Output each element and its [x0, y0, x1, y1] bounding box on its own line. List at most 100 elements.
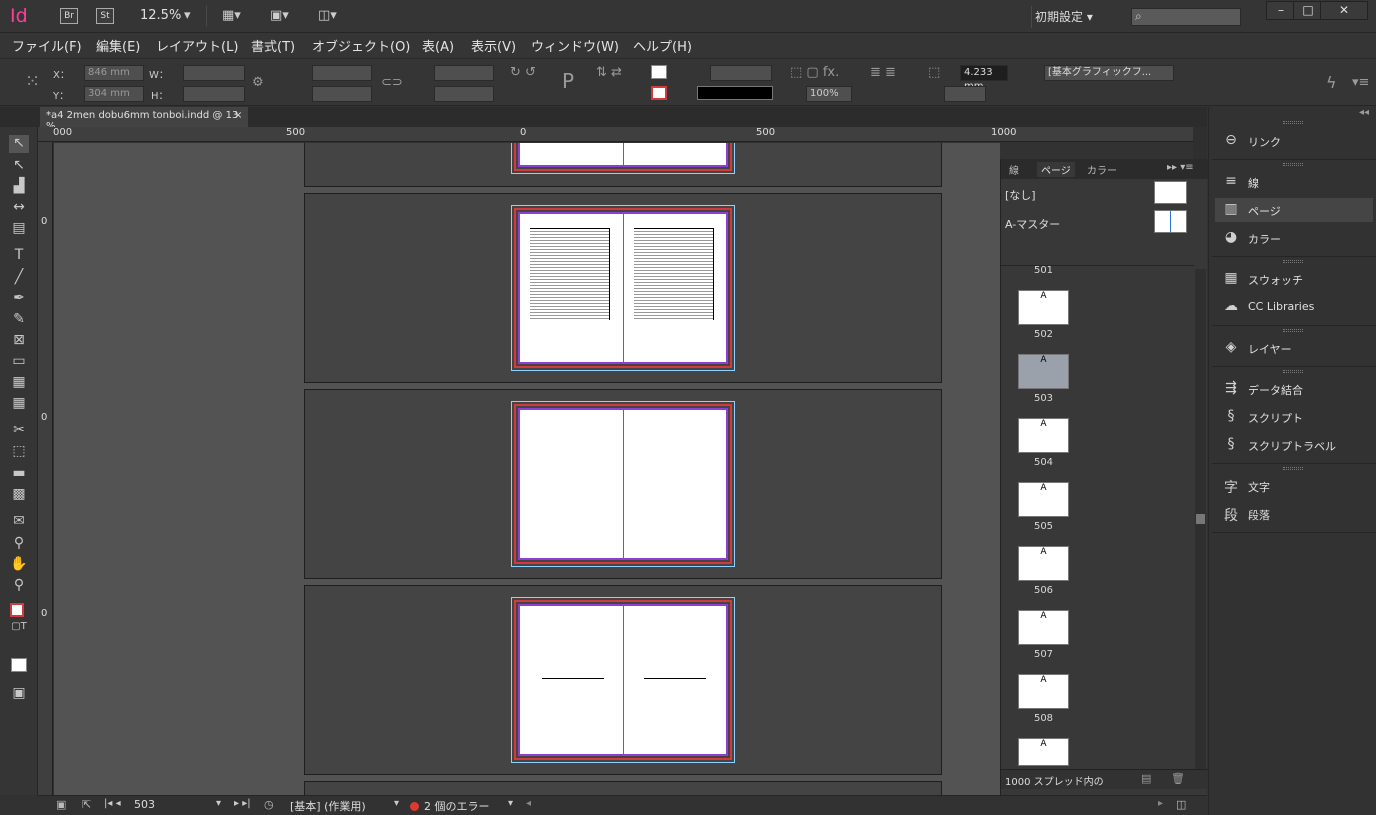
- page-thumbnail[interactable]: A: [1018, 290, 1069, 325]
- master-none[interactable]: [なし]: [1005, 187, 1036, 203]
- tab-stroke[interactable]: 線: [1009, 162, 1019, 177]
- menu-object[interactable]: オブジェクト(O): [312, 36, 410, 55]
- dock-scripts[interactable]: § スクリプト: [1215, 405, 1373, 429]
- menu-edit[interactable]: 編集(E): [96, 36, 140, 55]
- opacity-field[interactable]: 100%: [806, 86, 852, 102]
- page-dropdown-icon[interactable]: ▾: [216, 798, 221, 809]
- open-icon[interactable]: ⇱: [82, 798, 91, 811]
- new-page-icon[interactable]: ▤: [1141, 772, 1151, 785]
- selection-tool-icon[interactable]: ↖: [9, 135, 29, 153]
- screen-mode-icon[interactable]: ▣▾: [270, 8, 289, 23]
- collapse-dock-icon[interactable]: ◂◂: [1359, 107, 1369, 118]
- object-style-dropdown[interactable]: [基本グラフィックフ...: [1044, 65, 1174, 81]
- spread[interactable]: [511, 597, 735, 763]
- table-tool-icon[interactable]: ▦: [9, 374, 29, 392]
- page-thumbnail-selected[interactable]: A: [1018, 354, 1069, 389]
- scale-x-field[interactable]: [312, 65, 372, 81]
- menu-file[interactable]: ファイル(F): [12, 36, 82, 55]
- tab-color[interactable]: カラー: [1087, 162, 1117, 177]
- note-tool-icon[interactable]: ✉: [9, 513, 29, 531]
- dock-links[interactable]: ⊖ リンク: [1215, 129, 1373, 153]
- close-button[interactable]: ✕: [1320, 1, 1368, 20]
- master-a-thumbnail[interactable]: [1154, 210, 1187, 233]
- scroll-left-icon[interactable]: ◂: [526, 798, 531, 809]
- rotate-field[interactable]: [434, 65, 494, 81]
- menu-type[interactable]: 書式(T): [251, 36, 295, 55]
- flip-icon[interactable]: ⇅ ⇄: [596, 65, 622, 80]
- delete-page-icon[interactable]: 🗑: [1171, 772, 1185, 785]
- spread[interactable]: [511, 205, 735, 371]
- menu-view[interactable]: 表示(V): [471, 36, 516, 55]
- dock-grip[interactable]: [1283, 163, 1303, 166]
- stroke-weight-dropdown[interactable]: [710, 65, 772, 81]
- line-tool-icon[interactable]: ╱: [9, 269, 29, 287]
- dock-color[interactable]: ◕ カラー: [1215, 226, 1373, 250]
- grid-tool-icon[interactable]: ▦: [9, 395, 29, 413]
- rotate-icon[interactable]: ↻ ↺: [510, 65, 536, 80]
- pen-tool-icon[interactable]: ✒: [9, 290, 29, 308]
- master-dropdown-icon[interactable]: ▾: [394, 798, 399, 809]
- bridge-button[interactable]: Br: [60, 8, 78, 24]
- screen-mode-tool-icon[interactable]: ▣: [9, 685, 29, 703]
- dock-layers[interactable]: ◈ レイヤー: [1215, 336, 1373, 360]
- dock-grip[interactable]: [1283, 467, 1303, 470]
- panel-menu-icon[interactable]: ▸▸ ▾≡: [1167, 162, 1194, 173]
- dock-grip[interactable]: [1283, 329, 1303, 332]
- free-transform-tool-icon[interactable]: ⬚: [9, 443, 29, 461]
- fill-stroke-icon[interactable]: [10, 603, 24, 617]
- dock-grip[interactable]: [1283, 370, 1303, 373]
- scroll-thumb[interactable]: [1196, 514, 1205, 524]
- page-thumbnail[interactable]: A: [1018, 418, 1069, 453]
- page-options-icon[interactable]: ◷: [264, 798, 274, 811]
- next-page-icon[interactable]: ▸ ▸|: [234, 798, 251, 809]
- view-options-icon[interactable]: ▦▾: [222, 8, 241, 23]
- page-thumbnail[interactable]: A: [1018, 674, 1069, 709]
- fill-swatch[interactable]: [651, 65, 667, 79]
- page-tool-icon[interactable]: ▟: [9, 178, 29, 196]
- split-window-icon[interactable]: ◫: [1176, 798, 1186, 811]
- link-proportions-icon[interactable]: ⊂⊃: [381, 75, 403, 90]
- dock-pages[interactable]: ▥ ページ: [1215, 198, 1373, 222]
- spread[interactable]: [511, 143, 735, 174]
- container-text-icon[interactable]: ▢T: [9, 621, 29, 639]
- effects-icon[interactable]: ⬚ ▢ fx.: [790, 65, 839, 80]
- gradient-feather-tool-icon[interactable]: ▩: [9, 486, 29, 504]
- menu-table[interactable]: 表(A): [422, 36, 454, 55]
- dock-character[interactable]: 字 文字: [1215, 474, 1373, 498]
- stroke-type-dropdown[interactable]: [697, 86, 773, 100]
- direct-selection-tool-icon[interactable]: ↖: [9, 157, 29, 175]
- zoom-tool-icon[interactable]: ⚲: [9, 577, 29, 595]
- search-input[interactable]: ⌕: [1131, 8, 1241, 26]
- spread[interactable]: [511, 401, 735, 567]
- rectangle-frame-tool-icon[interactable]: ⊠: [9, 332, 29, 350]
- master-a[interactable]: A-マスター: [1005, 216, 1060, 232]
- rectangle-tool-icon[interactable]: ▭: [9, 353, 29, 371]
- dock-swatches[interactable]: ▦ スウォッチ: [1215, 267, 1373, 291]
- zoom-dropdown-icon[interactable]: ▾: [184, 8, 191, 23]
- dock-stroke[interactable]: ≡ 線: [1215, 170, 1373, 194]
- page-thumbnail[interactable]: A: [1018, 482, 1069, 517]
- content-collector-icon[interactable]: ▤: [9, 220, 29, 238]
- minimize-button[interactable]: –: [1266, 1, 1296, 20]
- gradient-swatch-tool-icon[interactable]: ▬: [9, 465, 29, 483]
- gap-tool-icon[interactable]: ↔: [9, 199, 29, 217]
- dock-script-label[interactable]: § スクリプトラベル: [1215, 433, 1373, 457]
- pencil-tool-icon[interactable]: ✎: [9, 311, 29, 329]
- scissors-tool-icon[interactable]: ✂: [9, 422, 29, 440]
- panel-menu-icon[interactable]: ▾≡: [1352, 75, 1369, 90]
- shear-field[interactable]: [434, 86, 494, 102]
- dock-cc-libraries[interactable]: ☁ CC Libraries: [1215, 295, 1373, 319]
- dock-data-merge[interactable]: ⇶ データ結合: [1215, 377, 1373, 401]
- stock-button[interactable]: St: [96, 8, 114, 24]
- dock-paragraph[interactable]: 段 段落: [1215, 502, 1373, 526]
- page-thumbnail[interactable]: A: [1018, 610, 1069, 645]
- stroke-swatch[interactable]: [651, 86, 667, 100]
- preflight-dropdown-icon[interactable]: ▾: [508, 798, 513, 809]
- master-state[interactable]: [基本] (作業用): [290, 798, 366, 814]
- dock-grip[interactable]: [1283, 121, 1303, 124]
- first-page-icon[interactable]: |◂ ◂: [104, 798, 121, 809]
- menu-help[interactable]: ヘルプ(H): [633, 36, 692, 55]
- document-canvas[interactable]: [54, 143, 1000, 795]
- stroke-weight-field[interactable]: 4.233 mm: [960, 65, 1008, 92]
- arrange-documents-icon[interactable]: ◫▾: [318, 8, 337, 23]
